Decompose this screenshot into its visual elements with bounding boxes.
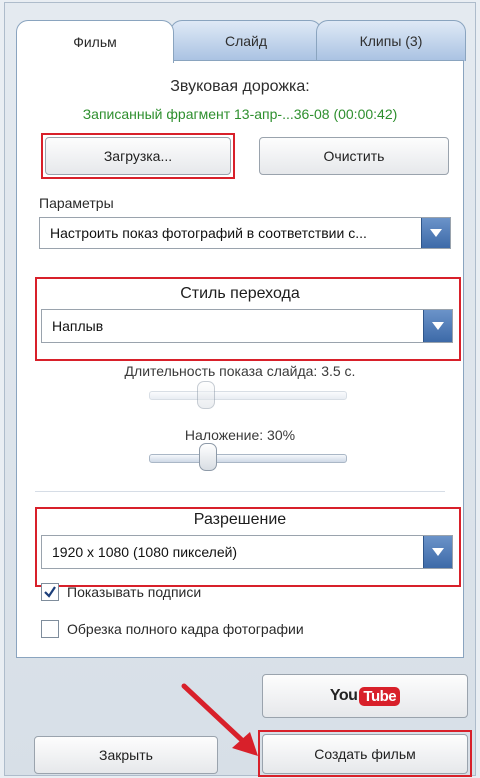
clear-button[interactable]: Очистить (259, 137, 449, 175)
tab-film[interactable]: Фильм (16, 20, 174, 63)
tab-bar: Слайд Клипы (3) Фильм (16, 20, 466, 63)
film-panel: Звуковая дорожка: Записанный фрагмент 13… (16, 60, 464, 658)
overlap-label: Наложение: 30% (184, 427, 296, 443)
show-captions-checkbox[interactable] (41, 583, 59, 601)
sound-track-title: Звуковая дорожка: (170, 78, 310, 95)
youtube-logo-tube: Tube (359, 686, 401, 706)
tab-slide[interactable]: Слайд (170, 20, 322, 61)
transition-select[interactable]: Наплыв (41, 309, 453, 343)
tab-slide-label: Слайд (224, 33, 268, 49)
chevron-down-icon[interactable] (421, 218, 450, 248)
load-button[interactable]: Загрузка... (45, 137, 231, 175)
transition-select-value: Наплыв (52, 318, 104, 334)
chevron-down-icon[interactable] (423, 536, 452, 568)
slide-duration-thumb[interactable] (197, 381, 215, 409)
crop-label: Обрезка полного кадра фотографии (67, 621, 304, 637)
resolution-select-value: 1920 x 1080 (1080 пикселей) (52, 544, 238, 560)
check-icon (44, 586, 56, 598)
params-select[interactable]: Настроить показ фотографий в соответстви… (39, 217, 451, 249)
crop-checkbox[interactable] (41, 620, 59, 638)
separator (35, 491, 445, 492)
tab-film-label: Фильм (73, 34, 117, 50)
overlap-track (149, 454, 347, 463)
arrow-icon (181, 683, 258, 756)
youtube-logo-you: You (329, 687, 358, 704)
slide-duration-label: Длительность показа слайда: 3.5 с. (124, 363, 356, 379)
create-film-button[interactable]: Создать фильм (262, 734, 468, 774)
resolution-select[interactable]: 1920 x 1080 (1080 пикселей) (41, 535, 453, 569)
chevron-down-icon[interactable] (423, 310, 452, 342)
transition-label: Стиль перехода (180, 285, 300, 302)
tab-clips-label: Клипы (3) (359, 33, 423, 49)
slide-duration-track (149, 391, 347, 400)
overlap-thumb[interactable] (199, 443, 217, 471)
show-captions-label: Показывать подписи (67, 584, 202, 600)
params-select-value: Настроить показ фотографий в соответстви… (50, 225, 367, 241)
resolution-label: Разрешение (193, 511, 287, 528)
tab-clips[interactable]: Клипы (3) (316, 20, 466, 61)
params-label: Параметры (39, 195, 114, 211)
sound-track-file: Записанный фрагмент 13-апр-...36-08 (00:… (82, 106, 398, 122)
youtube-button[interactable]: You Tube (262, 674, 468, 718)
